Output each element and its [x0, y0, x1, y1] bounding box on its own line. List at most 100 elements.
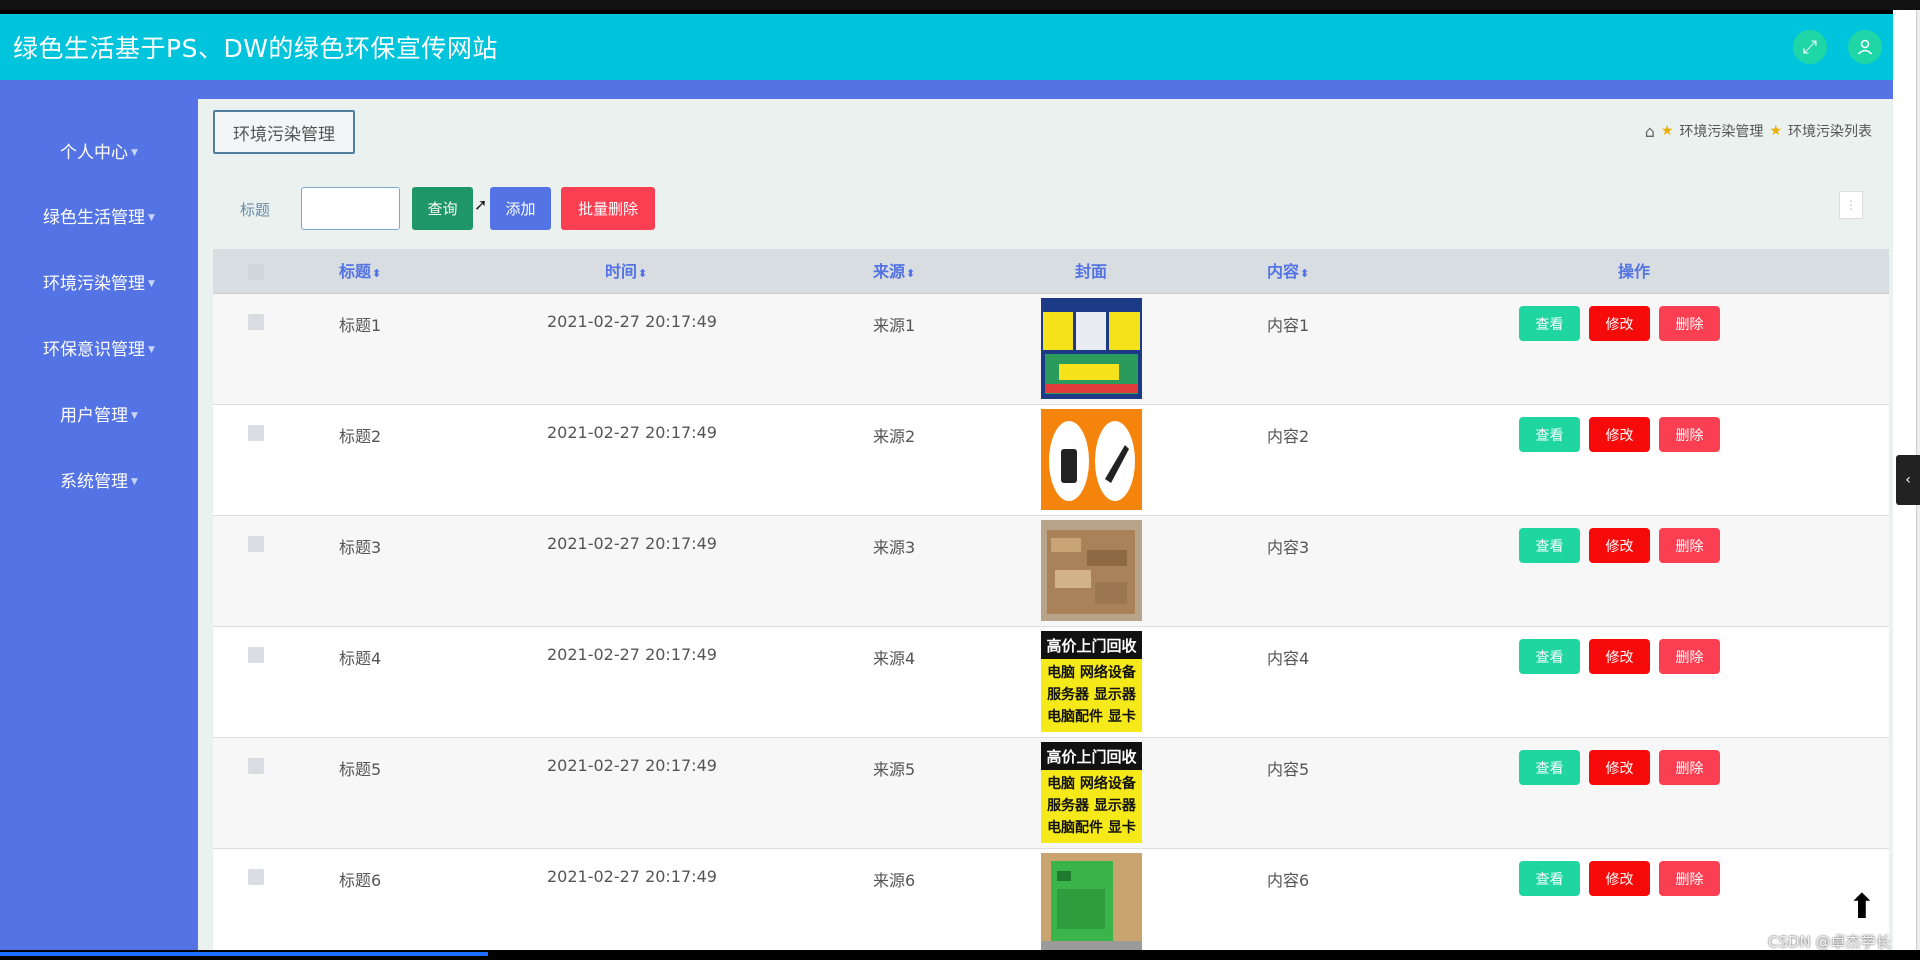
- row-checkbox[interactable]: [248, 869, 264, 885]
- title-search-input[interactable]: [301, 187, 400, 230]
- cover-text: 电脑 网络设备: [1047, 775, 1137, 792]
- breadcrumb-item: 环境污染列表: [1788, 124, 1872, 140]
- edit-button[interactable]: 修改: [1589, 861, 1650, 896]
- sidebar-item-green-life[interactable]: 绿色生活管理 ▼: [0, 203, 198, 228]
- column-header-time[interactable]: 时间⬍: [605, 249, 647, 294]
- edit-button[interactable]: 修改: [1589, 417, 1650, 452]
- sidebar-item-label: 环境污染管理: [43, 274, 146, 294]
- row-checkbox[interactable]: [248, 425, 264, 441]
- sidebar-item-users[interactable]: 用户管理 ▼: [0, 401, 198, 426]
- edit-button[interactable]: 修改: [1589, 639, 1650, 674]
- cell-source: 来源6: [873, 871, 916, 890]
- caret-down-icon: ▼: [148, 345, 155, 355]
- header-label: 封面: [1075, 262, 1108, 281]
- view-button[interactable]: 查看: [1519, 639, 1580, 674]
- cell-title: 标题1: [339, 316, 382, 335]
- cover-text: 高价上门回收: [1046, 748, 1136, 766]
- cover-text: 高价上门回收: [1046, 637, 1136, 655]
- caret-down-icon: ▼: [131, 148, 138, 158]
- sidebar-item-label: 用户管理: [60, 406, 129, 426]
- cell-time: 2021-02-27 20:17:49: [547, 312, 717, 331]
- cell-source: 来源5: [873, 760, 916, 779]
- row-checkbox[interactable]: [248, 536, 264, 552]
- caret-down-icon: ▼: [131, 411, 138, 421]
- edit-button[interactable]: 修改: [1589, 750, 1650, 785]
- sidebar-item-pollution[interactable]: 环境污染管理 ▼: [0, 269, 198, 294]
- cell-content: 内容1: [1267, 316, 1310, 335]
- cell-source: 来源2: [873, 427, 916, 446]
- column-header-source[interactable]: 来源⬍: [873, 249, 915, 294]
- breadcrumb-item[interactable]: 环境污染管理: [1679, 121, 1763, 141]
- cell-time: 2021-02-27 20:17:49: [547, 756, 717, 775]
- window-bottom-strip: [0, 950, 1920, 960]
- table-row: 标题4 2021-02-27 20:17:49 来源4 高价上门回收 电脑 网络…: [213, 627, 1889, 738]
- edit-button[interactable]: 修改: [1589, 528, 1650, 563]
- cover-image: 高价上门回收 电脑 网络设备 服务器 显示器 电脑配件 显卡: [1041, 631, 1142, 732]
- caret-down-icon: ▼: [148, 279, 155, 289]
- collapse-arrow-icon[interactable]: ‹: [1896, 455, 1920, 505]
- sort-icon: ⬍: [906, 267, 916, 280]
- cell-title: 标题6: [339, 871, 382, 890]
- sidebar-item-label: 绿色生活管理: [43, 208, 146, 228]
- cell-source: 来源1: [873, 316, 916, 335]
- bulk-delete-button[interactable]: 批量删除: [561, 187, 655, 230]
- delete-button[interactable]: 删除: [1659, 861, 1720, 896]
- table-row: 标题2 2021-02-27 20:17:49 来源2 内容2 查看 修改 删除: [213, 405, 1889, 516]
- cell-content: 内容3: [1267, 538, 1310, 557]
- header-label: 标题: [339, 262, 372, 281]
- sort-icon: ⬍: [372, 267, 382, 280]
- row-checkbox[interactable]: [248, 758, 264, 774]
- column-toggle-icon[interactable]: ⋮: [1839, 191, 1863, 219]
- home-icon[interactable]: ⌂: [1645, 122, 1655, 141]
- row-checkbox[interactable]: [248, 647, 264, 663]
- user-icon[interactable]: [1848, 30, 1882, 64]
- view-button[interactable]: 查看: [1519, 861, 1580, 896]
- cell-content: 内容2: [1267, 427, 1310, 446]
- site-title: 绿色生活基于PS、DW的绿色环保宣传网站: [13, 34, 498, 63]
- edit-button[interactable]: 修改: [1589, 306, 1650, 341]
- cell-title: 标题2: [339, 427, 382, 446]
- cell-content: 内容5: [1267, 760, 1310, 779]
- cell-content: 内容6: [1267, 871, 1310, 890]
- fullscreen-icon[interactable]: ⤢: [1793, 30, 1827, 64]
- cover-text: 服务器 显示器: [1047, 686, 1137, 703]
- header-label: 时间: [605, 262, 638, 281]
- view-button[interactable]: 查看: [1519, 750, 1580, 785]
- delete-button[interactable]: 删除: [1659, 639, 1720, 674]
- cover-image: 高价上门回收 电脑 网络设备 服务器 显示器 电脑配件 显卡: [1041, 742, 1142, 843]
- row-checkbox[interactable]: [248, 314, 264, 330]
- header-label: 内容: [1267, 262, 1300, 281]
- cell-title: 标题5: [339, 760, 382, 779]
- delete-button[interactable]: 删除: [1659, 750, 1720, 785]
- caret-down-icon: ▼: [131, 477, 138, 487]
- cover-image: [1041, 520, 1142, 621]
- header-subbar: [0, 80, 1893, 99]
- table-row: 标题5 2021-02-27 20:17:49 来源5 高价上门回收 电脑 网络…: [213, 738, 1889, 849]
- cover-text: 电脑配件 显卡: [1047, 708, 1136, 725]
- cell-time: 2021-02-27 20:17:49: [547, 423, 717, 442]
- cell-title: 标题3: [339, 538, 382, 557]
- sidebar-item-label: 环保意识管理: [43, 340, 146, 360]
- view-button[interactable]: 查看: [1519, 528, 1580, 563]
- current-page-tag[interactable]: 环境污染管理: [213, 110, 355, 154]
- sidebar-item-label: 个人中心: [60, 143, 129, 163]
- column-header-content[interactable]: 内容⬍: [1267, 249, 1309, 294]
- add-button[interactable]: 添加: [490, 187, 551, 230]
- app-header: 绿色生活基于PS、DW的绿色环保宣传网站 ⤢: [0, 14, 1893, 80]
- cover-text: 服务器 显示器: [1047, 797, 1137, 814]
- sidebar-item-system[interactable]: 系统管理 ▼: [0, 467, 198, 492]
- delete-button[interactable]: 删除: [1659, 528, 1720, 563]
- query-button[interactable]: 查询: [412, 187, 473, 230]
- column-header-title[interactable]: 标题⬍: [339, 249, 381, 294]
- select-all-checkbox[interactable]: [248, 264, 264, 280]
- delete-button[interactable]: 删除: [1659, 417, 1720, 452]
- sidebar-item-awareness[interactable]: 环保意识管理 ▼: [0, 335, 198, 360]
- sidebar-item-personal-center[interactable]: 个人中心 ▼: [0, 138, 198, 163]
- cover-image: [1041, 409, 1142, 510]
- back-to-top-icon[interactable]: ⬆: [1842, 887, 1882, 927]
- mouse-cursor-icon: ➚: [474, 195, 488, 214]
- delete-button[interactable]: 删除: [1659, 306, 1720, 341]
- cell-title: 标题4: [339, 649, 382, 668]
- view-button[interactable]: 查看: [1519, 417, 1580, 452]
- view-button[interactable]: 查看: [1519, 306, 1580, 341]
